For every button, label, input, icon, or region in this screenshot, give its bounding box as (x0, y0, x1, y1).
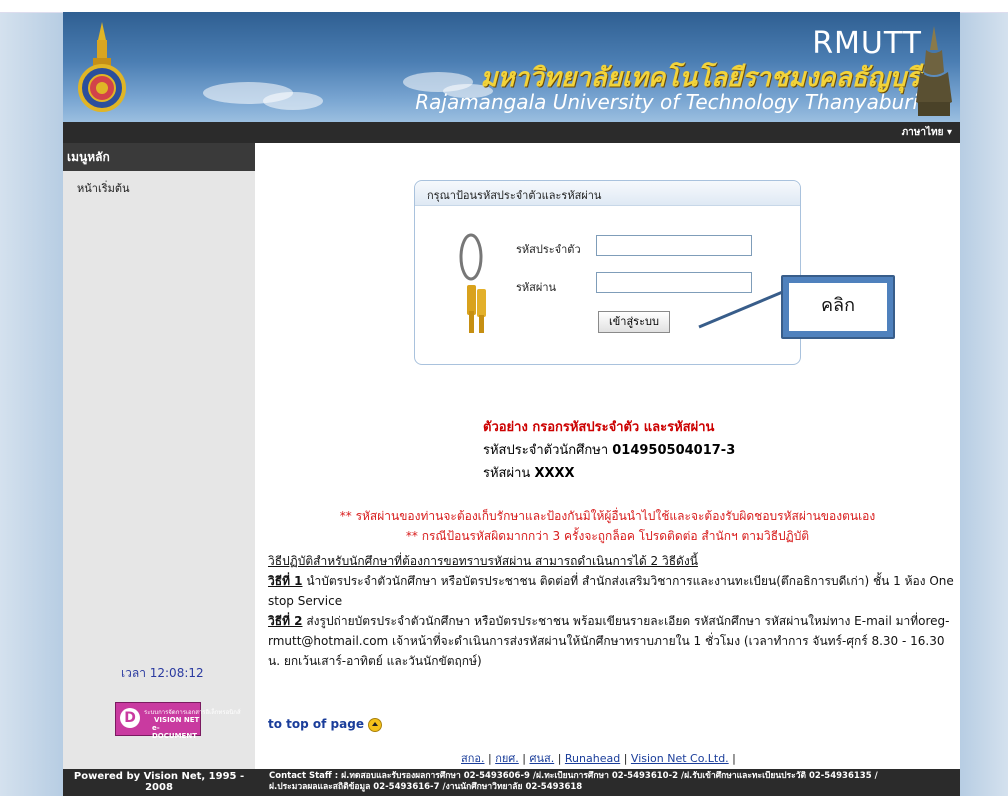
page-footer: Powered by Vision Net, 1995 - 2008 Conta… (63, 769, 960, 796)
to-top-link[interactable]: to top of page (268, 717, 382, 732)
example-password-prefix: รหัสผ่าน (483, 466, 535, 481)
example-block: ตัวอย่าง กรอกรหัสประจำตัว และรหัสผ่าน รห… (483, 416, 735, 485)
sidebar-item-home[interactable]: หน้าเริ่มต้น (63, 171, 255, 197)
brand-short-name: RMUTT (812, 26, 922, 61)
language-label: ภาษาไทย (901, 127, 944, 138)
login-panel: กรุณาป้อนรหัสประจำตัวและรหัสผ่าน รหัสประ… (414, 180, 801, 365)
callout-pointer-line (698, 289, 786, 329)
example-password-line: รหัสผ่าน XXXX (483, 462, 735, 485)
student-id-label: รหัสประจำตัว (516, 243, 581, 256)
click-callout: คลิก (781, 275, 895, 339)
warning-text-1: ** รหัสผ่านของท่านจะต้องเก็บรักษาและป้อง… (339, 509, 876, 523)
method-2-label: วิธีที่ 2 (268, 614, 303, 628)
keys-icon (459, 233, 486, 333)
method-1-text: นำบัตรประจำตัวนักศึกษา หรือบัตรประชาชน ต… (268, 574, 954, 608)
sidebar-menu-title: เมนูหลัก (63, 143, 255, 171)
instructions-heading: วิธีปฏิบัติสำหรับนักศึกษาที่ต้องการขอทรา… (268, 551, 958, 571)
page-container: RMUTT มหาวิทยาลัยเทคโนโลยีราชมงคลธัญบุรี… (63, 12, 960, 796)
footer-link-runahead[interactable]: Runahead (565, 752, 620, 765)
emblem-tower-icon (916, 26, 952, 116)
main-content: กรุณาป้อนรหัสประจำตัวและรหัสผ่าน รหัสประ… (255, 143, 960, 769)
clock-text: เวลา 12:08:12 (121, 666, 204, 680)
header-banner: RMUTT มหาวิทยาลัยเทคโนโลยีราชมงคลธัญบุรี… (63, 12, 960, 122)
arrow-up-icon (367, 717, 382, 732)
example-id-prefix: รหัสประจำตัวนักศึกษา (483, 443, 613, 458)
badge-line2: e-DOCUMENT (152, 724, 197, 740)
warning-text-2: ** กรณีป้อนรหัสผิดมากกว่า 3 ครั้งจะถูกล็… (405, 529, 810, 543)
contact-staff: Contact Staff : ฝ.ทดสอบและรับรองผลการศึก… (269, 771, 959, 793)
method-1: วิธีที่ 1 นำบัตรประจำตัวนักศึกษา หรือบัต… (268, 571, 958, 611)
login-button[interactable]: เข้าสู่ระบบ (598, 311, 670, 333)
method-2-text: ส่งรูปถ่ายบัตรประจำตัวนักศึกษา หรือบัตรป… (268, 614, 950, 668)
example-password-value: XXXX (534, 466, 575, 481)
sidebar: เมนูหลัก หน้าเริ่มต้น เวลา 12:08:12 D ระ… (63, 143, 255, 769)
cloud-decoration (263, 92, 323, 110)
footer-link-ohec[interactable]: สกอ. (461, 752, 484, 765)
instructions-block: วิธีปฏิบัติสำหรับนักศึกษาที่ต้องการขอทรา… (268, 551, 958, 671)
instructions-heading-text: วิธีปฏิบัติสำหรับนักศึกษาที่ต้องการขอทรา… (268, 554, 698, 568)
university-seal-icon (78, 22, 126, 112)
login-panel-title: กรุณาป้อนรหัสประจำตัวและรหัสผ่าน (415, 181, 800, 206)
example-id-line: รหัสประจำตัวนักศึกษา 014950504017-3 (483, 439, 735, 462)
page-background-right (960, 0, 1008, 796)
badge-line1: VISION NET (154, 716, 200, 724)
vision-net-badge[interactable]: D ระบบการจัดการเอกสารอิเล็กทรอนิกส์ VISI… (115, 702, 241, 740)
method-1-label: วิธีที่ 1 (268, 574, 303, 588)
contact-line-2: ฝ.ประมวลผลและสถิติข้อมูล 02-5493616-7 /ง… (269, 782, 583, 792)
powered-by-text: Powered by Vision Net, 1995 - 2008 (73, 771, 245, 793)
student-id-input[interactable] (596, 235, 752, 256)
chevron-down-icon: ▾ (946, 127, 952, 138)
footer-link-slf[interactable]: กยศ. (495, 752, 519, 765)
method-2: วิธีที่ 2 ส่งรูปถ่ายบัตรประจำตัวนักศึกษา… (268, 611, 958, 671)
page-background-left (0, 0, 63, 796)
footer-link-sns[interactable]: ศนส. (529, 752, 554, 765)
contact-line-1: Contact Staff : ฝ.ทดสอบและรับรองผลการศึก… (269, 771, 878, 781)
language-bar: ภาษาไทย ▾ (63, 122, 960, 143)
vision-net-logo-icon: D (120, 708, 140, 728)
brand-english-name: Rajamangala University of Technology Tha… (415, 90, 918, 114)
footer-links: สกอ. | กยศ. | ศนส. | Runahead | Vision N… (461, 752, 736, 765)
password-label: รหัสผ่าน (516, 281, 557, 294)
example-id-value: 014950504017-3 (612, 443, 736, 458)
footer-link-visionnet[interactable]: Vision Net Co.Ltd. (631, 752, 729, 765)
to-top-label: to top of page (268, 717, 364, 731)
callout-label: คลิก (789, 283, 887, 331)
example-title: ตัวอย่าง กรอกรหัสประจำตัว และรหัสผ่าน (483, 420, 715, 435)
language-selector[interactable]: ภาษาไทย ▾ (902, 125, 952, 140)
